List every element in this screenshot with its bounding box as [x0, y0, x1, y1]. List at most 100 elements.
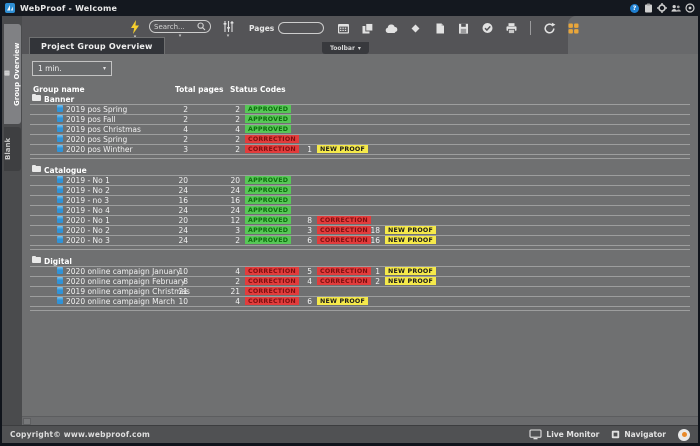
total-pages-value: 24 [150, 236, 188, 246]
status-count: 2 [210, 135, 240, 145]
tab-project-group-overview[interactable]: Project Group Overview [29, 37, 165, 54]
total-pages-value: 20 [150, 216, 188, 226]
copyright-text: Copyright© www.webproof.com [10, 430, 150, 439]
statusbar-right: Live Monitor Navigator [529, 429, 690, 441]
status-count: 8 [282, 216, 312, 226]
project-name: 2019 pos Fall [66, 115, 116, 125]
project-row[interactable]: 2019 - No 22424APPROVED [30, 186, 690, 196]
status-badge: NEW PROOF [385, 226, 436, 234]
pages-label: Pages [249, 24, 274, 33]
shape-button[interactable] [408, 21, 423, 35]
apps-grid-button[interactable] [566, 21, 581, 35]
project-row[interactable]: 2019 - No 42424APPROVED [30, 206, 690, 216]
approve-check-icon [481, 22, 494, 35]
sidebar-item-group-overview[interactable]: ▦ Group Overview [4, 24, 21, 124]
total-pages-value: 21 [150, 287, 188, 297]
project-row[interactable]: 2020 online campaign February82CORRECTIO… [30, 277, 690, 287]
search-input[interactable] [154, 23, 195, 31]
project-row[interactable]: 2019 online campaign Christmas2121CORREC… [30, 287, 690, 297]
total-pages-value: 10 [150, 297, 188, 307]
status-badge: CORRECTION [245, 135, 299, 143]
save-document-button[interactable] [456, 21, 471, 35]
project-row[interactable]: 2020 pos Spring22CORRECTION [30, 135, 690, 145]
status-count: 3 [210, 226, 240, 236]
status-indicator-button[interactable] [678, 429, 690, 441]
group-spacer [30, 246, 690, 250]
grid-icon: ▦ [3, 71, 10, 77]
clipboard-icon[interactable] [643, 3, 653, 13]
total-pages-value: 2 [150, 105, 188, 115]
gear-icon[interactable] [657, 3, 667, 13]
project-row[interactable]: 2020 pos Winther32CORRECTION1NEW PROOF [30, 145, 690, 155]
project-row[interactable]: 2020 - No 2243APPROVED3CORRECTION18NEW P… [30, 226, 690, 236]
status-badge: APPROVED [245, 206, 291, 214]
horizontal-scroll-strip[interactable] [22, 416, 698, 425]
project-name: 2020 - No 3 [66, 236, 110, 246]
sidebar-item-blank[interactable]: Blank [4, 127, 21, 171]
live-monitor-label: Live Monitor [546, 430, 599, 439]
project-row[interactable]: 2019 - No 12020APPROVED [30, 176, 690, 186]
project-row[interactable]: 2020 online campaign March104CORRECTION6… [30, 297, 690, 307]
project-doc-icon [57, 267, 63, 274]
total-pages-value: 24 [150, 186, 188, 196]
project-row[interactable]: 2020 - No 3242APPROVED6CORRECTION16NEW P… [30, 236, 690, 246]
total-pages-value: 2 [150, 135, 188, 145]
refresh-button[interactable] [542, 21, 557, 35]
help-icon[interactable]: ? [630, 4, 639, 13]
status-count: 2 [350, 277, 380, 287]
status-count: 4 [210, 297, 240, 307]
project-doc-icon [57, 196, 63, 203]
project-row[interactable]: 2020 - No 12012APPROVED8CORRECTION [30, 216, 690, 226]
users-icon[interactable] [671, 3, 681, 13]
project-row[interactable]: 2019 pos Christmas44APPROVED [30, 125, 690, 135]
approve-button[interactable] [480, 21, 495, 35]
power-icon[interactable] [685, 3, 695, 13]
content-panel: 1 min. ▾ Group name Total pages Status C… [22, 54, 698, 425]
toolbar-dropdown-label: Toolbar [330, 45, 355, 52]
project-name: 2020 - No 2 [66, 226, 110, 236]
project-name: 2019 pos Spring [66, 105, 127, 115]
group-header-row[interactable]: Catalogue [30, 166, 690, 176]
project-row[interactable]: 2019 - no 31616APPROVED [30, 196, 690, 206]
sidebar-item-label: Group Overview [13, 42, 21, 105]
print-button[interactable] [504, 21, 519, 35]
project-row[interactable]: 2019 pos Fall22APPROVED [30, 115, 690, 125]
project-doc-icon [57, 277, 63, 284]
group-header-row[interactable]: Banner [30, 95, 690, 105]
status-count: 2 [210, 277, 240, 287]
status-count: 2 [210, 145, 240, 155]
group-header-row[interactable]: Digital [30, 257, 690, 267]
project-doc-icon [57, 236, 63, 243]
navigator-button[interactable]: Navigator [611, 430, 666, 439]
status-count: 4 [210, 125, 240, 135]
project-doc-icon [57, 135, 63, 142]
search-box[interactable] [149, 20, 211, 33]
app-frame: ▦ Group Overview Blank ▾ [2, 16, 698, 425]
copy-pages-button[interactable] [360, 21, 375, 35]
status-badge: APPROVED [245, 186, 291, 194]
toolbar-dropdown-tab[interactable]: Toolbar ▾ [322, 42, 369, 54]
project-row[interactable]: 2019 pos Spring22APPROVED [30, 105, 690, 115]
status-count: 4 [282, 277, 312, 287]
sliders-icon [222, 20, 234, 33]
refresh-interval-dropdown[interactable]: 1 min. ▾ [32, 61, 112, 76]
webproof-logo-icon [5, 3, 15, 13]
live-monitor-button[interactable]: Live Monitor [529, 429, 599, 440]
status-count: 20 [210, 176, 240, 186]
scroll-corner [23, 418, 31, 425]
folder-icon [32, 257, 41, 263]
navigator-label: Navigator [624, 430, 666, 439]
sort-filter-button[interactable]: ▾ [222, 20, 234, 39]
upload-button[interactable] [384, 21, 399, 35]
project-row[interactable]: 2020 online campaign January104CORRECTIO… [30, 267, 690, 277]
status-badge: APPROVED [245, 176, 291, 184]
status-count: 18 [350, 226, 380, 236]
status-badge: NEW PROOF [385, 267, 436, 275]
group-name: Banner [44, 95, 74, 105]
pages-input[interactable] [278, 22, 324, 34]
document-button[interactable] [432, 21, 447, 35]
copy-icon [361, 22, 374, 35]
calendar-button[interactable] [336, 21, 351, 35]
status-count: 2 [210, 236, 240, 246]
status-badge: APPROVED [245, 196, 291, 204]
